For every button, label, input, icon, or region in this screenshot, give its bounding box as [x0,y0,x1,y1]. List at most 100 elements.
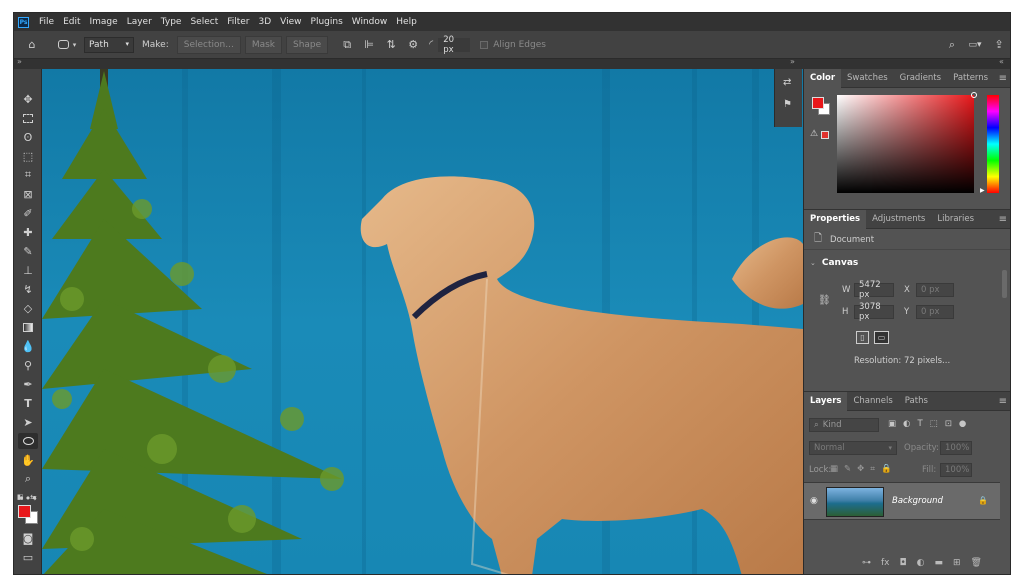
adjustment-layer-icon[interactable]: ◐ [917,558,925,568]
history-panel-icon[interactable]: ⇄ [783,77,791,88]
type-tool-icon[interactable]: T [18,395,38,411]
gear-icon[interactable]: ⚙ [402,38,424,51]
pixel-layer-filter-icon[interactable]: ▣ [888,419,896,429]
path-alignment-icon[interactable]: ⊫ [358,38,380,51]
smart-object-filter-icon[interactable]: ⊡ [945,419,952,429]
eraser-tool-icon[interactable]: ◇ [18,300,38,316]
layer-style-icon[interactable]: fx [881,558,890,568]
hand-tool-icon[interactable]: ✋ [18,452,38,468]
gamut-color-swatch[interactable] [821,131,829,139]
shape-layer-filter-icon[interactable]: ⬚ [930,419,938,429]
crop-tool-icon[interactable]: ⌗ [18,167,38,183]
healing-brush-tool-icon[interactable]: ✚ [18,224,38,240]
lasso-tool-icon[interactable]: ʘ [18,129,38,145]
tab-color[interactable]: Color [804,68,842,88]
menu-3d[interactable]: 3D [259,17,272,27]
lock-position-icon[interactable]: ✥ [857,464,864,474]
screen-mode-icon[interactable]: ▭ [18,549,38,565]
lock-transparency-icon[interactable]: ▦ [830,464,838,474]
trash-icon[interactable]: 🗑 [971,558,982,568]
eyedropper-tool-icon[interactable]: ✐ [18,205,38,221]
menu-image[interactable]: Image [90,17,118,27]
menu-help[interactable]: Help [396,17,417,27]
document-canvas[interactable] [42,69,803,574]
marquee-tool-icon[interactable] [18,110,38,126]
tab-channels[interactable]: Channels [847,392,898,411]
clone-stamp-tool-icon[interactable]: ⊥ [18,262,38,278]
menu-select[interactable]: Select [190,17,218,27]
make-selection-button[interactable]: Selection... [176,35,241,54]
path-arrangement-icon[interactable]: ⇅ [380,38,402,51]
layer-filter-select[interactable]: ⌕ Kind [809,418,879,432]
link-layers-icon[interactable]: ⊶ [862,558,871,568]
pen-tool-icon[interactable]: ✒ [18,376,38,392]
workspace-switcher-icon[interactable]: ▭▾ [962,40,988,50]
brush-tool-icon[interactable]: ✎ [18,243,38,259]
tab-patterns[interactable]: Patterns [947,69,994,88]
zoom-tool-icon[interactable]: ⌕ [18,471,38,487]
tab-adjustments[interactable]: Adjustments [866,210,931,229]
collapse-dock-icon[interactable]: « [999,57,1004,66]
tool-preset-picker[interactable]: ▾ [50,40,84,49]
ellipse-tool-icon[interactable] [18,433,38,449]
blend-mode-select[interactable]: Normal ▾ [809,441,897,455]
foreground-color-swatch[interactable] [18,505,31,518]
tab-properties[interactable]: Properties [804,209,867,229]
corner-radius-input[interactable]: 20 px [438,35,471,55]
link-icon[interactable]: ⛓ [818,295,831,306]
height-input[interactable]: 3078 px [854,302,894,322]
fill-input[interactable]: 100% [940,463,972,477]
properties-scrollbar[interactable] [1002,270,1007,298]
lock-image-icon[interactable]: ✎ [844,464,851,474]
color-field[interactable] [837,92,977,193]
menu-filter[interactable]: Filter [227,17,249,27]
collapse-toolbar-icon[interactable]: » [17,57,22,66]
eye-icon[interactable]: ◉ [810,496,818,506]
landscape-orientation-icon[interactable]: ▭ [874,331,889,344]
tab-gradients[interactable]: Gradients [894,69,947,88]
history-brush-tool-icon[interactable]: ↯ [18,281,38,297]
panel-menu-icon[interactable]: ≡ [999,214,1007,225]
frame-tool-icon[interactable]: ⊠ [18,186,38,202]
menu-file[interactable]: File [39,17,54,27]
object-selection-tool-icon[interactable]: ⬚ [18,148,38,164]
panel-menu-icon[interactable]: ≡ [999,73,1007,84]
menu-window[interactable]: Window [352,17,388,27]
menu-layer[interactable]: Layer [127,17,152,27]
tab-paths[interactable]: Paths [899,392,934,411]
portrait-orientation-icon[interactable]: ▯ [856,331,869,344]
blur-tool-icon[interactable]: 💧 [18,338,38,354]
path-selection-tool-icon[interactable]: ➤ [18,414,38,430]
hue-slider-handle-icon[interactable]: ▶ [980,187,985,194]
color-fg-swatch[interactable] [812,97,824,109]
y-input[interactable]: 0 px [916,305,954,319]
width-input[interactable]: 5472 px [854,280,894,300]
tool-mode-select[interactable]: Path ▾ [84,36,134,53]
canvas-section-header[interactable]: ⌄ Canvas [810,258,858,268]
menu-type[interactable]: Type [161,17,182,27]
share-icon[interactable]: ⇪ [988,38,1010,51]
menu-edit[interactable]: Edit [63,17,80,27]
opacity-input[interactable]: 100% [940,441,972,455]
gradient-tool-icon[interactable] [18,319,38,335]
new-group-icon[interactable]: ▬ [934,558,943,568]
default-colors-icon[interactable]: ◧ [17,493,24,501]
search-icon[interactable]: ⌕ [942,38,962,52]
tab-swatches[interactable]: Swatches [841,69,894,88]
layer-row-background[interactable]: ◉ Background 🔒 [804,482,1000,520]
lock-all-icon[interactable]: 🔒 [881,464,892,474]
filter-toggle-icon[interactable]: ● [959,419,966,429]
menu-plugins[interactable]: Plugins [311,17,343,27]
path-operations-icon[interactable]: ⧉ [336,38,358,52]
x-input[interactable]: 0 px [916,283,954,297]
layer-mask-icon[interactable]: ◘ [900,558,907,568]
home-icon[interactable]: ⌂ [14,38,50,51]
make-shape-button[interactable]: Shape [286,35,329,54]
hue-slider[interactable] [987,95,999,193]
dodge-tool-icon[interactable]: ⚲ [18,357,38,373]
collapse-panels-icon[interactable]: » [790,57,795,66]
tab-layers[interactable]: Layers [804,391,848,411]
type-layer-filter-icon[interactable]: T [917,419,922,429]
panel-menu-icon[interactable]: ≡ [999,396,1007,407]
make-mask-button[interactable]: Mask [244,35,282,54]
